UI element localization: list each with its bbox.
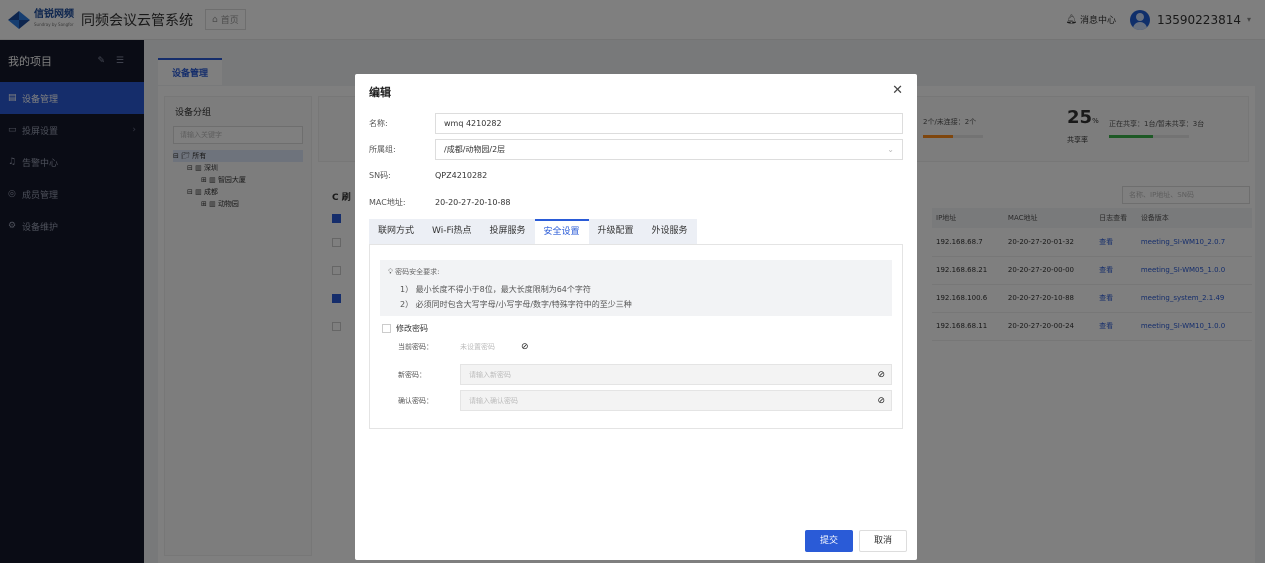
edit-dialog: 编辑 ✕ 名称: wmq 4210282 所属组: /成都/动物园/2层 ⌄ SN… — [355, 74, 917, 560]
mac-label: MAC地址: — [369, 198, 406, 207]
mac-row: MAC地址: 20-20-27-20-10-88 — [369, 197, 511, 208]
tab-upgrade-config[interactable]: 升级配置 — [588, 219, 643, 244]
change-password-checkbox-row[interactable]: 修改密码 — [382, 323, 428, 334]
dialog-title: 编辑 — [369, 86, 391, 99]
cancel-button[interactable]: 取消 — [859, 530, 907, 552]
confirm-password-input[interactable]: 请输入确认密码 ⊘ — [460, 390, 892, 411]
eye-slash-icon[interactable]: ⊘ — [877, 396, 885, 406]
new-password-row: 新密码： 请输入新密码 ⊘ — [398, 364, 892, 385]
name-label: 名称: — [369, 119, 388, 128]
change-password-checkbox[interactable] — [382, 324, 391, 333]
tab-network[interactable]: 联网方式 — [369, 219, 424, 244]
current-password-row: 当前密码： 未设置密码 ⊘ — [398, 342, 529, 352]
group-label: 所属组: — [369, 145, 396, 154]
close-icon[interactable]: ✕ — [892, 83, 903, 98]
submit-button[interactable]: 提交 — [805, 530, 853, 552]
confirm-password-row: 确认密码： 请输入确认密码 ⊘ — [398, 390, 892, 411]
sn-value: QPZ4210282 — [435, 171, 488, 180]
sn-row: SN码: QPZ4210282 — [369, 170, 487, 181]
group-row: 所属组: /成都/动物园/2层 ⌄ — [369, 139, 903, 160]
tab-security-settings[interactable]: 安全设置 — [534, 219, 589, 244]
security-settings-panel: 💡︎ 密码安全要求: 1） 最小长度不得小于8位，最大长度限制为64个字符 2）… — [369, 244, 903, 429]
tip-line-1: 1） 最小长度不得小于8位，最大长度限制为64个字符 — [400, 285, 591, 294]
new-password-input[interactable]: 请输入新密码 ⊘ — [460, 364, 892, 385]
chevron-down-icon: ⌄ — [887, 145, 894, 154]
name-row: 名称: wmq 4210282 — [369, 113, 903, 134]
eye-slash-icon[interactable]: ⊘ — [877, 370, 885, 380]
current-password-value: 未设置密码 — [460, 343, 495, 351]
name-input[interactable]: wmq 4210282 — [435, 113, 903, 134]
tab-peripheral-service[interactable]: 外设服务 — [642, 219, 697, 244]
lightbulb-icon: 💡︎ — [388, 268, 393, 276]
confirm-password-label: 确认密码： — [398, 396, 433, 405]
current-password-label: 当前密码： — [398, 343, 433, 351]
password-requirements-tip: 💡︎ 密码安全要求: 1） 最小长度不得小于8位，最大长度限制为64个字符 2）… — [380, 260, 892, 316]
tip-title: 密码安全要求: — [395, 268, 440, 276]
eye-slash-icon[interactable]: ⊘ — [521, 342, 529, 352]
group-select[interactable]: /成都/动物园/2层 ⌄ — [435, 139, 903, 160]
tab-screen-service[interactable]: 投屏服务 — [480, 219, 535, 244]
sn-label: SN码: — [369, 171, 391, 180]
change-password-label: 修改密码 — [396, 324, 428, 333]
new-password-label: 新密码： — [398, 370, 426, 379]
tab-wifi-hotspot[interactable]: Wi-Fi热点 — [423, 219, 481, 244]
mac-value: 20-20-27-20-10-88 — [435, 198, 511, 207]
dialog-tabs: 联网方式 Wi-Fi热点 投屏服务 安全设置 升级配置 外设服务 — [369, 219, 903, 244]
tip-line-2: 2） 必须同时包含大写字母/小写字母/数字/特殊字符中的至少三种 — [400, 300, 632, 309]
